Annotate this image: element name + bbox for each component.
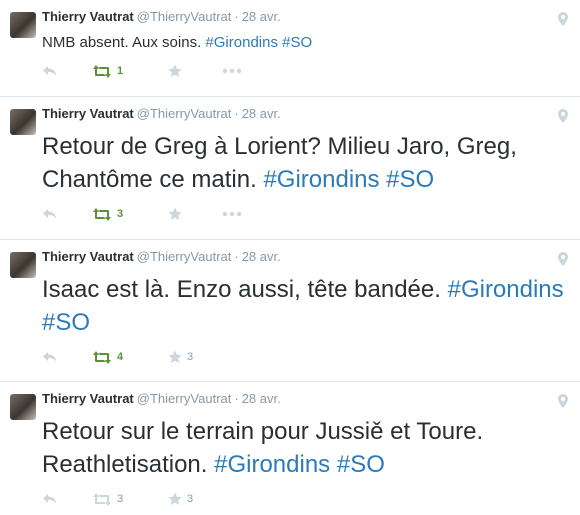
tweet-header: Thierry Vautrat @ThierryVautrat · 28 avr. bbox=[42, 391, 281, 406]
reply-button[interactable] bbox=[42, 348, 58, 366]
more-icon bbox=[222, 211, 242, 217]
tweet-body: NMB absent. Aux soins. bbox=[42, 34, 206, 51]
hashtag-link[interactable]: #SO bbox=[42, 309, 90, 336]
tweet-2[interactable]: Thierry Vautrat @ThierryVautrat · 28 avr. R… bbox=[0, 97, 580, 240]
reply-icon bbox=[43, 494, 57, 504]
separator: · bbox=[234, 106, 239, 121]
timestamp[interactable]: 28 avr. bbox=[242, 9, 281, 24]
author-handle[interactable]: @ThierryVautrat bbox=[137, 9, 232, 24]
author-handle[interactable]: @ThierryVautrat bbox=[137, 106, 232, 121]
hashtag-link[interactable]: #SO bbox=[282, 34, 312, 51]
reply-icon bbox=[43, 209, 57, 219]
tweet-text: NMB absent. Aux soins. #Girondins #SO bbox=[42, 33, 312, 52]
author-handle[interactable]: @ThierryVautrat bbox=[137, 249, 232, 264]
retweet-icon bbox=[93, 492, 111, 506]
star-icon bbox=[168, 64, 182, 77]
favorite-button[interactable] bbox=[168, 205, 187, 223]
timestamp[interactable]: 28 avr. bbox=[242, 249, 281, 264]
tweet-header: Thierry Vautrat @ThierryVautrat · 28 avr. bbox=[42, 249, 281, 264]
reply-button[interactable] bbox=[42, 490, 58, 508]
separator: · bbox=[234, 391, 239, 406]
author-name[interactable]: Thierry Vautrat bbox=[42, 9, 134, 24]
separator: · bbox=[234, 9, 239, 24]
favorite-button[interactable] bbox=[168, 62, 187, 80]
tweet-body: Isaac est là. Enzo aussi, tête bandée. bbox=[42, 276, 448, 303]
hashtag-link[interactable]: #Girondins bbox=[205, 34, 278, 51]
retweet-button[interactable]: 3 bbox=[92, 490, 123, 508]
retweet-icon bbox=[93, 64, 111, 78]
retweet-button[interactable]: 3 bbox=[92, 205, 123, 223]
location-pin-icon[interactable] bbox=[558, 109, 568, 123]
reply-icon bbox=[43, 66, 57, 76]
star-icon bbox=[168, 350, 182, 363]
star-icon bbox=[168, 492, 182, 505]
author-name[interactable]: Thierry Vautrat bbox=[42, 249, 134, 264]
retweet-button[interactable]: 1 bbox=[92, 62, 123, 80]
tweet-1[interactable]: Thierry Vautrat @ThierryVautrat · 28 avr. N… bbox=[0, 0, 580, 97]
tweet-text: Retour sur le terrain pour Jussiě et Tou… bbox=[42, 415, 572, 481]
avatar[interactable] bbox=[10, 12, 36, 38]
tweet-text: Retour de Greg à Lorient? Milieu Jaro, G… bbox=[42, 130, 572, 196]
retweet-count: 3 bbox=[117, 208, 124, 220]
tweet-4[interactable]: Thierry Vautrat @ThierryVautrat · 28 avr. R… bbox=[0, 382, 580, 515]
star-icon bbox=[168, 207, 182, 220]
location-pin-icon[interactable] bbox=[558, 12, 568, 26]
more-button[interactable] bbox=[222, 205, 242, 223]
retweet-icon bbox=[93, 207, 111, 221]
favorite-count: 3 bbox=[187, 351, 194, 363]
location-pin-icon[interactable] bbox=[558, 394, 568, 408]
timestamp[interactable]: 28 avr. bbox=[242, 106, 281, 121]
hashtag-link[interactable]: #Girondins bbox=[448, 276, 564, 303]
reply-button[interactable] bbox=[42, 205, 58, 223]
tweet-header: Thierry Vautrat @ThierryVautrat · 28 avr. bbox=[42, 106, 281, 121]
author-name[interactable]: Thierry Vautrat bbox=[42, 106, 134, 121]
avatar[interactable] bbox=[10, 394, 36, 420]
more-icon bbox=[222, 68, 242, 74]
author-name[interactable]: Thierry Vautrat bbox=[42, 391, 134, 406]
hashtag-link[interactable]: #Girondins bbox=[263, 166, 379, 193]
author-handle[interactable]: @ThierryVautrat bbox=[137, 391, 232, 406]
reply-icon bbox=[43, 352, 57, 362]
retweet-count: 4 bbox=[117, 351, 124, 363]
tweet-text: Isaac est là. Enzo aussi, tête bandée. #… bbox=[42, 273, 572, 339]
hashtag-link[interactable]: #Girondins bbox=[214, 451, 330, 478]
tweet-header: Thierry Vautrat @ThierryVautrat · 28 avr. bbox=[42, 9, 281, 24]
retweet-icon bbox=[93, 350, 111, 364]
separator: · bbox=[234, 249, 239, 264]
avatar[interactable] bbox=[10, 252, 36, 278]
retweet-count: 1 bbox=[117, 65, 124, 77]
avatar[interactable] bbox=[10, 109, 36, 135]
hashtag-link[interactable]: #SO bbox=[337, 451, 385, 478]
favorite-button[interactable]: 3 bbox=[168, 490, 193, 508]
timestamp[interactable]: 28 avr. bbox=[242, 391, 281, 406]
reply-button[interactable] bbox=[42, 62, 58, 80]
hashtag-link[interactable]: #SO bbox=[386, 166, 434, 193]
favorite-count: 3 bbox=[187, 493, 194, 505]
retweet-count: 3 bbox=[117, 493, 124, 505]
favorite-button[interactable]: 3 bbox=[168, 348, 193, 366]
retweet-button[interactable]: 4 bbox=[92, 348, 123, 366]
location-pin-icon[interactable] bbox=[558, 252, 568, 266]
more-button[interactable] bbox=[222, 62, 242, 80]
tweet-3[interactable]: Thierry Vautrat @ThierryVautrat · 28 avr. I… bbox=[0, 240, 580, 382]
